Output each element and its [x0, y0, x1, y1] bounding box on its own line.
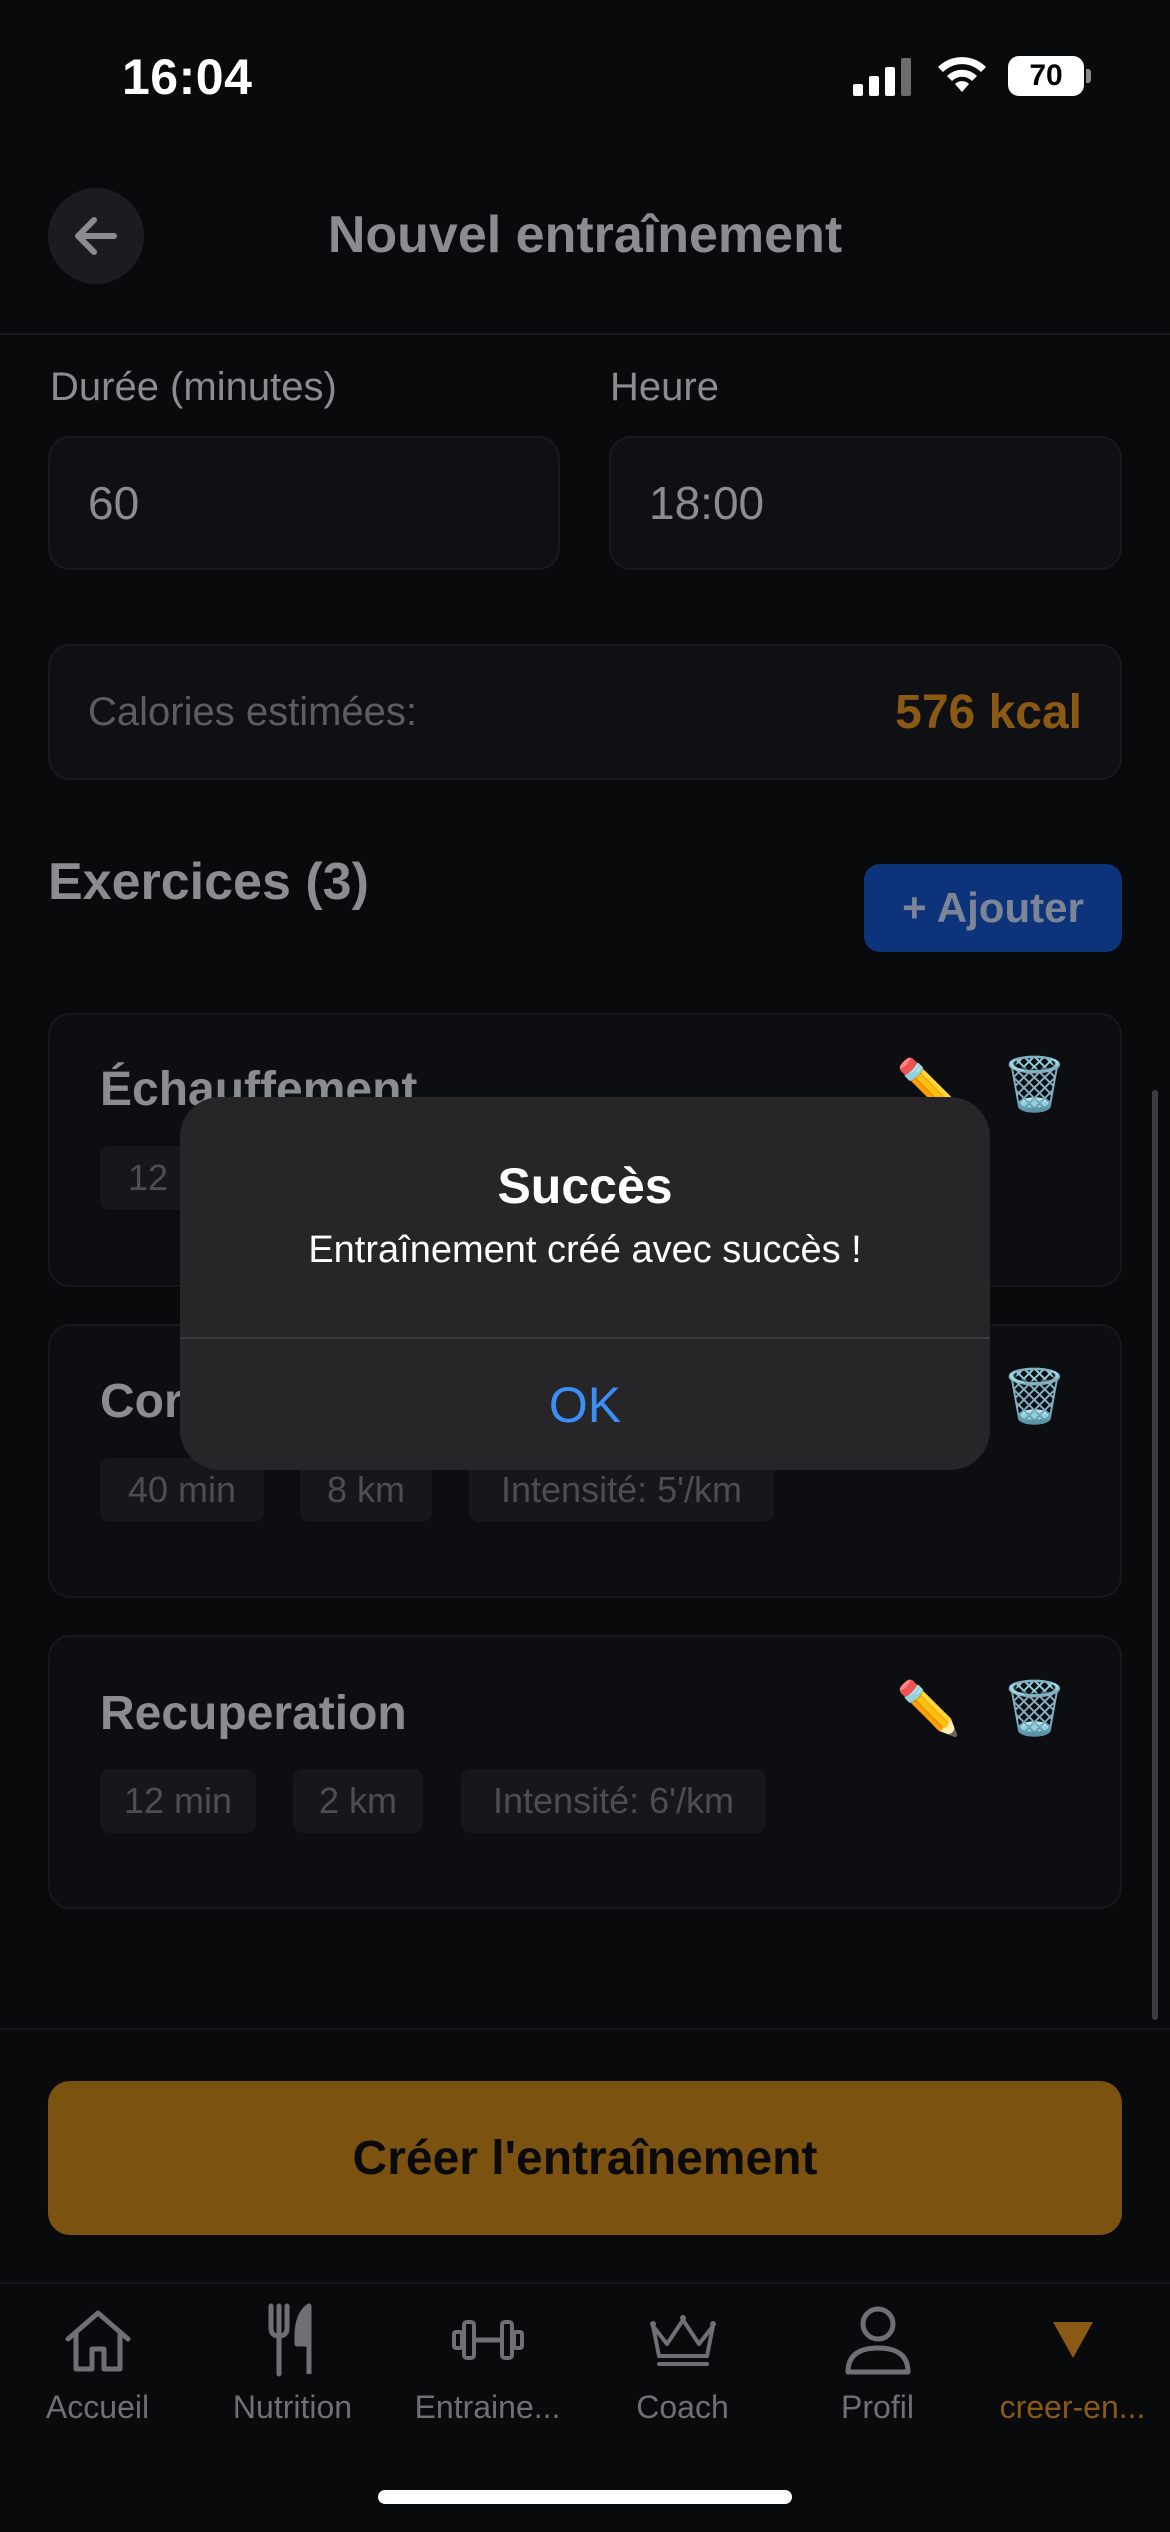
time-input[interactable]: 18:00	[609, 436, 1122, 570]
page-title: Nouvel entraînement	[327, 206, 843, 264]
battery-level: 70	[1029, 59, 1063, 92]
tab-label: Coach	[636, 2389, 729, 2425]
tab-label: Accueil	[45, 2389, 150, 2425]
time-value: 18:00	[649, 477, 765, 529]
crown-icon	[649, 2315, 716, 2366]
exercise-chip-intensity: Intensité: 6'/km	[461, 1769, 766, 1833]
battery-icon: 70	[1008, 56, 1092, 96]
wifi-icon	[938, 57, 986, 92]
pencil-icon[interactable]: ✏️	[896, 1678, 961, 1739]
triangle-down-icon	[1052, 2322, 1093, 2358]
tab-nutrition[interactable]: Nutrition	[195, 2295, 390, 2426]
scrollbar[interactable]	[1152, 1090, 1158, 2020]
trash-icon[interactable]: 🗑️	[1002, 1678, 1067, 1739]
alert-title: Succès	[497, 1158, 673, 1214]
tab-creer-entrainement[interactable]: creer-en...	[975, 2295, 1170, 2426]
tab-coach[interactable]: Coach	[585, 2295, 780, 2426]
trash-icon[interactable]: 🗑️	[1002, 1054, 1067, 1115]
add-exercise-button[interactable]: + Ajouter	[864, 864, 1122, 952]
alert-message: Entraînement créé avec succès !	[308, 1229, 862, 1271]
success-alert: Succès Entraînement créé avec succès ! O…	[180, 1097, 990, 1470]
time-label: Heure	[610, 365, 719, 409]
signal-icon	[853, 58, 911, 96]
dumbbell-icon	[451, 2320, 524, 2360]
bottom-divider	[0, 2028, 1170, 2030]
home-indicator[interactable]	[378, 2490, 792, 2504]
calories-value: 576 kcal	[895, 686, 1082, 739]
create-workout-button[interactable]: Créer l'entraînement	[48, 2081, 1122, 2235]
home-icon	[65, 2310, 130, 2372]
tab-label: Profil	[841, 2389, 914, 2425]
alert-ok-button[interactable]: OK	[180, 1339, 990, 1470]
duration-input[interactable]: 60	[48, 436, 560, 570]
exercise-name: Recuperation	[100, 1687, 407, 1740]
exercise-name: Cor	[100, 1375, 183, 1428]
trash-icon[interactable]: 🗑️	[1002, 1366, 1067, 1427]
calories-label: Calories estimées:	[88, 690, 418, 734]
person-icon	[845, 2306, 910, 2375]
exercise-chip-duration: 12 min	[100, 1769, 256, 1833]
exercise-chip-distance: 2 km	[293, 1769, 423, 1833]
exercises-title: Exercices (3)	[48, 853, 369, 911]
header-divider	[0, 333, 1170, 335]
tab-label: Entraine...	[414, 2389, 561, 2425]
tab-accueil[interactable]: Accueil	[0, 2295, 195, 2426]
status-time: 16:04	[122, 49, 253, 105]
tab-label: creer-en...	[999, 2389, 1146, 2425]
tab-label: Nutrition	[232, 2389, 353, 2425]
tab-profil[interactable]: Profil	[780, 2295, 975, 2426]
tabbar-divider	[0, 2282, 1170, 2284]
tab-entrainements[interactable]: Entraine...	[390, 2295, 585, 2426]
duration-value: 60	[88, 477, 140, 529]
duration-label: Durée (minutes)	[50, 365, 337, 409]
fork-knife-icon	[268, 2303, 311, 2377]
